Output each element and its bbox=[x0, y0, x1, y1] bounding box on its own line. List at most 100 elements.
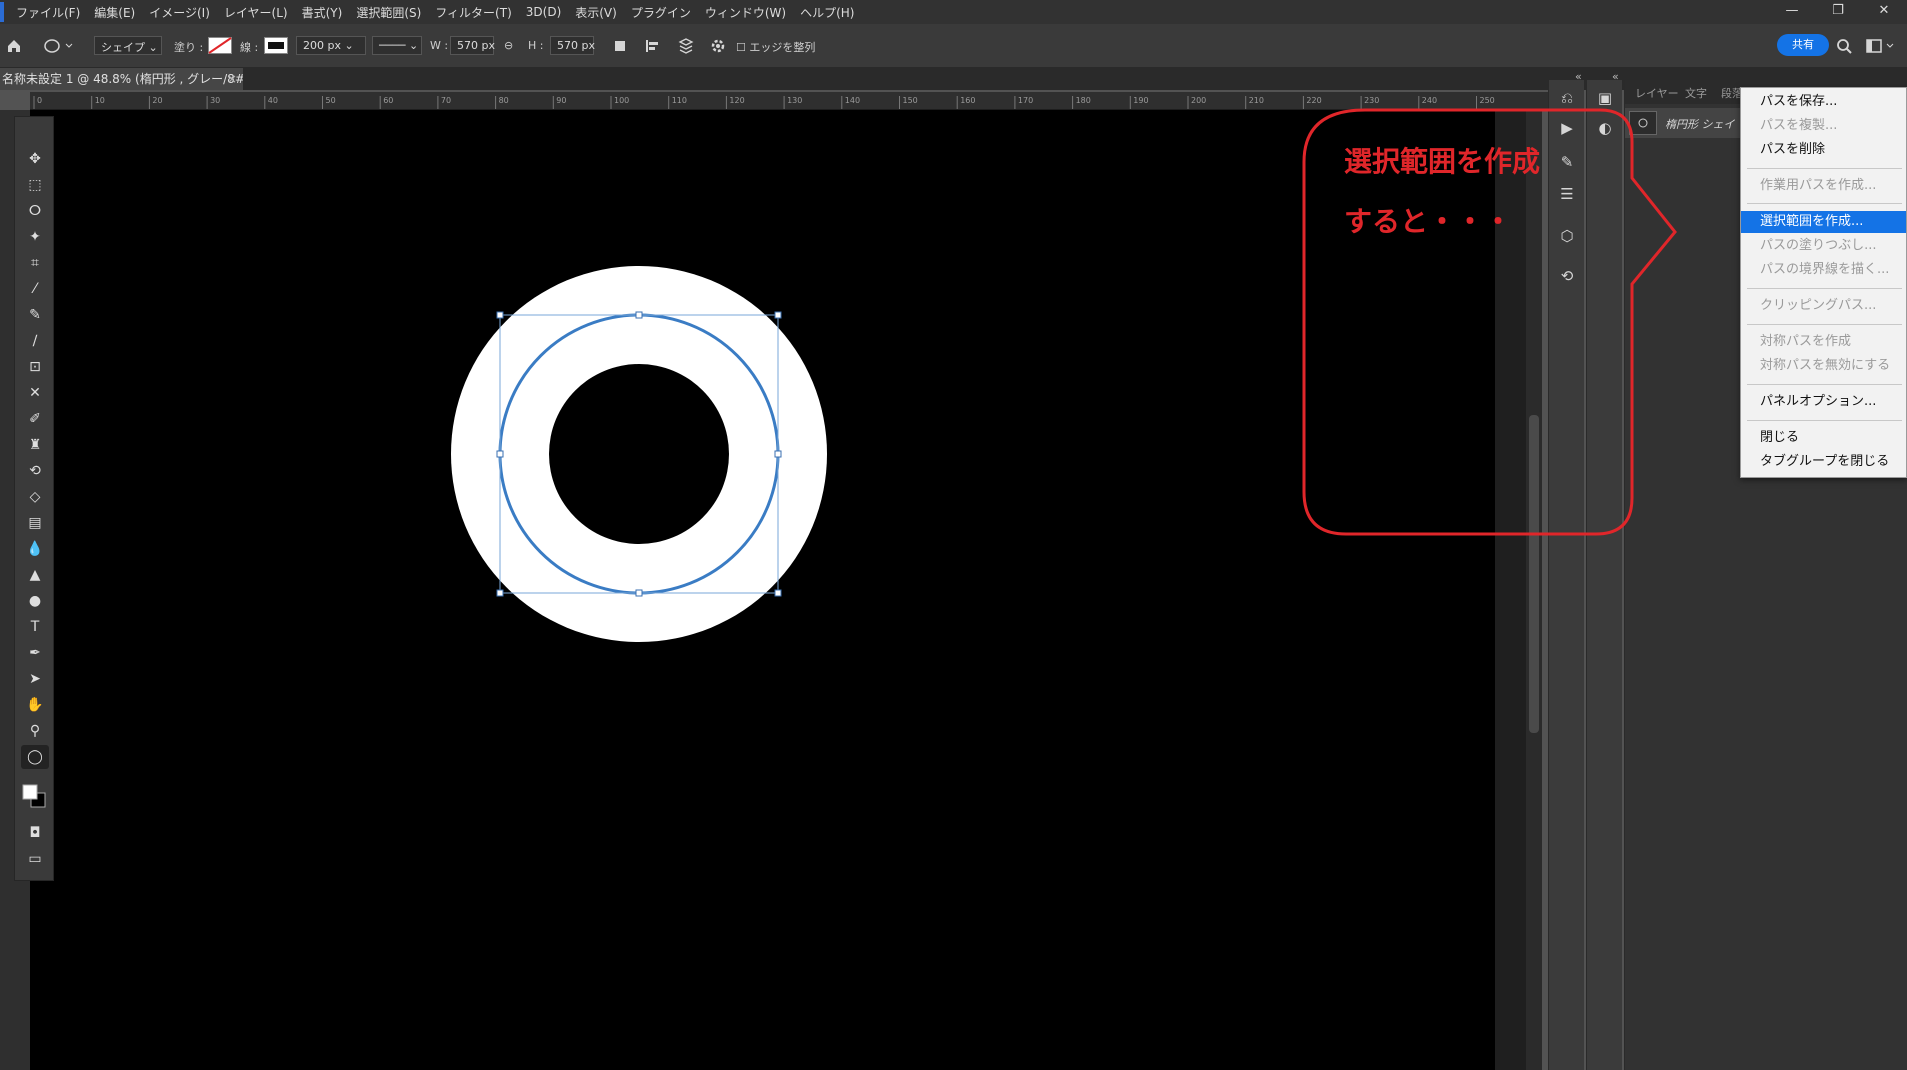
menu-plugins[interactable]: プラグイン bbox=[631, 4, 691, 21]
app-logo bbox=[0, 2, 4, 22]
hand-tool-icon[interactable]: ✋ bbox=[21, 693, 49, 717]
eraser-tool-icon[interactable]: ◇ bbox=[21, 485, 49, 509]
menu-item-fill-path[interactable]: パスの塗りつぶし... bbox=[1741, 235, 1906, 257]
menu-item-save-path[interactable]: パスを保存... bbox=[1741, 91, 1906, 113]
ruler-tick-label: 140 bbox=[845, 96, 860, 105]
stroke-type-select[interactable]: ──── ⌄ bbox=[372, 36, 422, 55]
ring-hole bbox=[549, 364, 729, 544]
history-brush-icon[interactable]: ⟲ bbox=[21, 459, 49, 483]
canvas[interactable] bbox=[30, 110, 1495, 1070]
menu-type[interactable]: 書式(Y) bbox=[302, 4, 343, 21]
type-tool-icon[interactable]: T bbox=[21, 615, 49, 639]
menu-select[interactable]: 選択範囲(S) bbox=[356, 4, 421, 21]
width-label: W : bbox=[430, 39, 449, 52]
brush-tool-icon[interactable]: ∕ bbox=[21, 329, 49, 353]
tab-character[interactable]: 文字 bbox=[1685, 85, 1707, 101]
sharpen-tool-icon[interactable]: ▲ bbox=[21, 563, 49, 587]
tab-layers[interactable]: レイヤー bbox=[1635, 85, 1679, 101]
fill-swatch[interactable] bbox=[208, 37, 232, 54]
screen-mode-icon[interactable]: ▭ bbox=[21, 847, 49, 871]
menu-window[interactable]: ウィンドウ(W) bbox=[705, 4, 786, 21]
callout-line-2: すると・・・ bbox=[1344, 205, 1513, 238]
close-window-button[interactable]: ✕ bbox=[1861, 0, 1907, 24]
width-input[interactable]: 570 px bbox=[450, 36, 495, 55]
share-button[interactable]: 共有 bbox=[1777, 34, 1829, 56]
content-aware-move-icon[interactable]: ✕ bbox=[21, 381, 49, 405]
menu-separator bbox=[1747, 203, 1902, 204]
color-swatches[interactable] bbox=[21, 783, 51, 813]
gradient-tool-icon[interactable]: ▤ bbox=[21, 511, 49, 535]
lasso-tool-icon[interactable]: ⵔ bbox=[21, 199, 49, 223]
menu-item-duplicate-path[interactable]: パスを複製... bbox=[1741, 115, 1906, 137]
document-tab[interactable]: 名称未設定 1 @ 48.8% (楕円形 , グレー/8#) * × bbox=[0, 68, 243, 90]
libraries-panel-icon[interactable]: ▣ bbox=[1593, 86, 1617, 110]
path-operations-icon[interactable] bbox=[612, 38, 628, 54]
ruler-tick-label: 180 bbox=[1076, 96, 1091, 105]
handle-top-right[interactable] bbox=[774, 311, 782, 319]
align-edges-checkbox[interactable]: ☐ エッジを整列 bbox=[736, 39, 815, 55]
ellipse-tool-preset-icon[interactable] bbox=[44, 38, 74, 54]
handle-bottom-left[interactable] bbox=[496, 589, 504, 597]
spot-healing-tool-icon[interactable]: ✎ bbox=[21, 303, 49, 327]
blur-tool-icon[interactable]: 💧 bbox=[21, 537, 49, 561]
callout-line-1: 選択範囲を作成 bbox=[1344, 145, 1541, 178]
eyedropper-tool-icon[interactable]: ⁄ bbox=[21, 277, 49, 301]
zoom-tool-icon[interactable]: ⚲ bbox=[21, 719, 49, 743]
menu-item-close[interactable]: 閉じる bbox=[1741, 427, 1906, 449]
gear-icon[interactable] bbox=[710, 38, 726, 54]
menu-file[interactable]: ファイル(F) bbox=[16, 4, 80, 21]
marquee-tool-icon[interactable]: ⬚ bbox=[21, 173, 49, 197]
menu-item-make-selection[interactable]: 選択範囲を作成... bbox=[1741, 211, 1906, 233]
magic-wand-tool-icon[interactable]: ✦ bbox=[21, 225, 49, 249]
menu-item-panel-options[interactable]: パネルオプション... bbox=[1741, 391, 1906, 413]
handle-right[interactable] bbox=[774, 450, 782, 458]
handle-bottom-right[interactable] bbox=[774, 589, 782, 597]
search-icon[interactable] bbox=[1836, 38, 1852, 54]
link-icon[interactable]: ⊖ bbox=[504, 39, 513, 52]
path-alignment-icon[interactable] bbox=[644, 38, 660, 54]
handle-top-left[interactable] bbox=[496, 311, 504, 319]
height-input[interactable]: 570 px bbox=[550, 36, 595, 55]
ellipse-tool-icon[interactable]: ◯ bbox=[21, 745, 49, 769]
restore-button[interactable]: ❐ bbox=[1815, 0, 1861, 24]
frame-tool-icon[interactable]: ⊡ bbox=[21, 355, 49, 379]
menu-item-delete-path[interactable]: パスを削除 bbox=[1741, 139, 1906, 161]
menu-filter[interactable]: フィルター(T) bbox=[435, 4, 511, 21]
menu-separator bbox=[1747, 324, 1902, 325]
tool-mode-select[interactable]: シェイプ ⌄ bbox=[94, 36, 162, 55]
handle-left[interactable] bbox=[496, 450, 504, 458]
move-tool-icon[interactable]: ✥ bbox=[21, 147, 49, 171]
pencil-tool-icon[interactable]: ✐ bbox=[21, 407, 49, 431]
menu-help[interactable]: ヘルプ(H) bbox=[800, 4, 854, 21]
workspace-icon[interactable] bbox=[1866, 38, 1896, 54]
ruler-tick-label: 40 bbox=[268, 96, 278, 105]
quick-mask-icon[interactable]: ◘ bbox=[21, 821, 49, 845]
menu-bar: ファイル(F) 編集(E) イメージ(I) レイヤー(L) 書式(Y) 選択範囲… bbox=[0, 0, 1907, 24]
menu-separator bbox=[1747, 420, 1902, 421]
stroke-width-input[interactable]: 200 px ⌄ bbox=[296, 36, 366, 55]
stamp-tool-icon[interactable]: ♜ bbox=[21, 433, 49, 457]
history-panel-icon[interactable]: ⎌ bbox=[1555, 86, 1579, 110]
handle-top[interactable] bbox=[635, 311, 643, 319]
path-arrangement-icon[interactable] bbox=[676, 38, 694, 54]
close-tab-icon[interactable]: × bbox=[227, 68, 237, 90]
menu-item-disable-symmetry-path[interactable]: 対称パスを無効にする bbox=[1741, 355, 1906, 377]
menu-item-close-tab-group[interactable]: タブグループを閉じる bbox=[1741, 451, 1906, 473]
menu-item-make-work-path[interactable]: 作業用パスを作成... bbox=[1741, 175, 1906, 197]
home-icon[interactable] bbox=[6, 38, 22, 54]
menu-edit[interactable]: 編集(E) bbox=[94, 4, 135, 21]
minimize-button[interactable]: — bbox=[1769, 0, 1815, 24]
menu-image[interactable]: イメージ(I) bbox=[149, 4, 210, 21]
menu-view[interactable]: 表示(V) bbox=[575, 4, 617, 21]
menu-3d[interactable]: 3D(D) bbox=[526, 5, 561, 19]
stroke-swatch[interactable] bbox=[264, 37, 288, 54]
path-selection-tool-icon[interactable]: ➤ bbox=[21, 667, 49, 691]
menu-item-clipping-path[interactable]: クリッピングパス... bbox=[1741, 295, 1906, 317]
menu-item-stroke-path[interactable]: パスの境界線を描く... bbox=[1741, 259, 1906, 281]
crop-tool-icon[interactable]: ⌗ bbox=[21, 251, 49, 275]
pen-tool-icon[interactable]: ✒ bbox=[21, 641, 49, 665]
menu-item-make-symmetry-path[interactable]: 対称パスを作成 bbox=[1741, 331, 1906, 353]
dodge-tool-icon[interactable]: ● bbox=[21, 589, 49, 613]
handle-bottom[interactable] bbox=[635, 589, 643, 597]
menu-layer[interactable]: レイヤー(L) bbox=[224, 4, 288, 21]
